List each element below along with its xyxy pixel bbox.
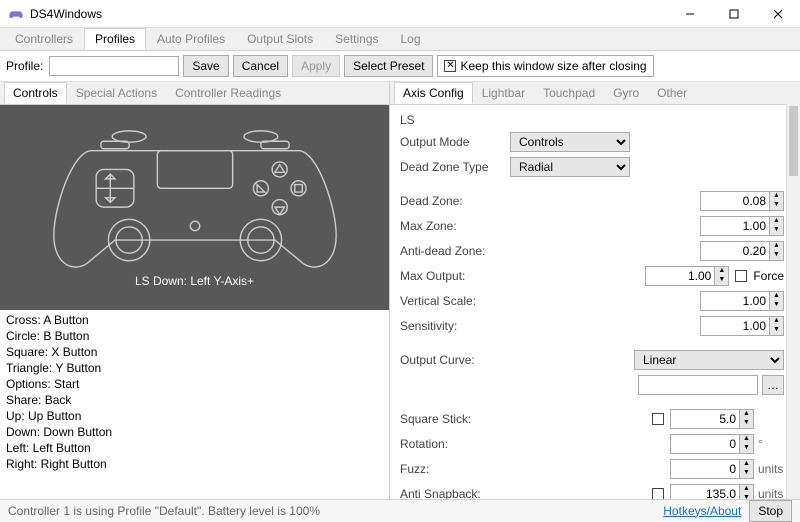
subtab-controls[interactable]: Controls — [4, 82, 67, 104]
anti-snapback-checkbox[interactable] — [652, 488, 664, 499]
keep-window-label: Keep this window size after closing — [460, 59, 646, 73]
left-subtabs: Controls Special Actions Controller Read… — [0, 82, 389, 105]
rotation-unit: ° — [758, 437, 784, 451]
max-zone-input[interactable]: ▲▼ — [700, 216, 784, 236]
tab-log[interactable]: Log — [390, 28, 432, 50]
keep-window-toggle[interactable]: ✕ Keep this window size after closing — [437, 55, 653, 77]
tab-settings[interactable]: Settings — [324, 28, 389, 50]
controller-diagram[interactable]: LS Down: Left Y-Axis+ — [0, 105, 389, 310]
browse-curve-button[interactable]: … — [762, 375, 784, 395]
right-subtabs: Axis Config Lightbar Touchpad Gyro Other — [390, 82, 800, 105]
left-pane: Controls Special Actions Controller Read… — [0, 82, 390, 499]
dead-zone-label: Dead Zone: — [400, 194, 530, 208]
app-icon — [8, 6, 24, 22]
list-item[interactable]: Cross: A Button — [6, 312, 383, 328]
stop-button[interactable]: Stop — [749, 500, 792, 522]
sensitivity-input[interactable]: ▲▼ — [700, 316, 784, 336]
select-preset-button[interactable]: Select Preset — [344, 55, 433, 77]
subtab-other[interactable]: Other — [648, 82, 696, 104]
square-stick-checkbox[interactable] — [652, 413, 664, 425]
tab-auto-profiles[interactable]: Auto Profiles — [146, 28, 236, 50]
rotation-label: Rotation: — [400, 437, 530, 451]
fuzz-unit: units — [758, 462, 784, 476]
list-item[interactable]: Triangle: Y Button — [6, 360, 383, 376]
vertical-scale-input[interactable]: ▲▼ — [700, 291, 784, 311]
anti-snapback-unit: units — [758, 487, 784, 499]
list-item[interactable]: Down: Down Button — [6, 424, 383, 440]
controller-overlay-label: LS Down: Left Y-Axis+ — [135, 274, 254, 288]
output-curve-select[interactable]: Linear — [634, 350, 784, 370]
minimize-button[interactable] — [668, 0, 712, 28]
max-zone-label: Max Zone: — [400, 219, 530, 233]
dead-zone-type-label: Dead Zone Type — [400, 160, 510, 174]
scrollbar[interactable] — [786, 104, 800, 499]
maximize-button[interactable] — [712, 0, 756, 28]
scrollbar-thumb[interactable] — [789, 106, 798, 176]
window-title: DS4Windows — [30, 7, 668, 21]
anti-dead-input[interactable]: ▲▼ — [700, 241, 784, 261]
force-label: Force — [753, 269, 784, 283]
profile-name-input[interactable] — [49, 56, 179, 76]
max-output-input[interactable]: ▲▼ — [645, 266, 729, 286]
section-ls: LS — [400, 113, 784, 127]
output-mode-select[interactable]: Controls — [510, 132, 630, 152]
list-item[interactable]: Right: Right Button — [6, 456, 383, 472]
output-curve-label: Output Curve: — [400, 353, 530, 367]
dead-zone-type-select[interactable]: Radial — [510, 157, 630, 177]
save-button[interactable]: Save — [183, 55, 228, 77]
subtab-gyro[interactable]: Gyro — [604, 82, 648, 104]
subtab-lightbar[interactable]: Lightbar — [473, 82, 534, 104]
square-stick-input[interactable]: ▲▼ — [670, 409, 754, 429]
list-item[interactable]: Options: Start — [6, 376, 383, 392]
mapping-list[interactable]: Cross: A Button Circle: B Button Square:… — [0, 310, 389, 499]
fuzz-input[interactable]: ▲▼ — [670, 459, 754, 479]
square-stick-label: Square Stick: — [400, 412, 530, 426]
apply-button[interactable]: Apply — [292, 55, 340, 77]
titlebar: DS4Windows — [0, 0, 800, 28]
tab-output-slots[interactable]: Output Slots — [236, 28, 324, 50]
list-item[interactable]: Up: Up Button — [6, 408, 383, 424]
tab-profiles[interactable]: Profiles — [84, 28, 146, 50]
rotation-input[interactable]: ▲▼ — [670, 434, 754, 454]
tab-controllers[interactable]: Controllers — [4, 28, 84, 50]
anti-snapback-input[interactable]: ▲▼ — [670, 484, 754, 499]
subtab-controller-readings[interactable]: Controller Readings — [166, 82, 290, 104]
profile-toolbar: Profile: Save Cancel Apply Select Preset… — [0, 51, 800, 82]
right-pane: Axis Config Lightbar Touchpad Gyro Other… — [390, 82, 800, 499]
force-checkbox[interactable] — [735, 270, 747, 282]
axis-config-panel: LS Output Mode Controls Dead Zone Type R… — [390, 105, 800, 499]
output-mode-label: Output Mode — [400, 135, 510, 149]
list-item[interactable]: Square: X Button — [6, 344, 383, 360]
max-output-label: Max Output: — [400, 269, 530, 283]
subtab-special-actions[interactable]: Special Actions — [67, 82, 166, 104]
sensitivity-label: Sensitivity: — [400, 319, 530, 333]
main-tabs: Controllers Profiles Auto Profiles Outpu… — [0, 28, 800, 51]
profile-label: Profile: — [6, 59, 43, 73]
status-text: Controller 1 is using Profile "Default".… — [8, 504, 663, 518]
list-item[interactable]: Circle: B Button — [6, 328, 383, 344]
close-button[interactable] — [756, 0, 800, 28]
anti-snapback-label: Anti Snapback: — [400, 487, 530, 499]
checkbox-icon: ✕ — [444, 60, 456, 72]
hotkeys-link[interactable]: Hotkeys/About — [663, 504, 741, 518]
anti-dead-label: Anti-dead Zone: — [400, 244, 530, 258]
list-item[interactable]: Share: Back — [6, 392, 383, 408]
fuzz-label: Fuzz: — [400, 462, 530, 476]
cancel-button[interactable]: Cancel — [233, 55, 288, 77]
subtab-touchpad[interactable]: Touchpad — [534, 82, 604, 104]
custom-curve-input[interactable] — [638, 375, 758, 395]
dead-zone-input[interactable]: ▲▼ — [700, 191, 784, 211]
subtab-axis-config[interactable]: Axis Config — [394, 82, 473, 104]
statusbar: Controller 1 is using Profile "Default".… — [0, 499, 800, 521]
vertical-scale-label: Vertical Scale: — [400, 294, 530, 308]
list-item[interactable]: Left: Left Button — [6, 440, 383, 456]
